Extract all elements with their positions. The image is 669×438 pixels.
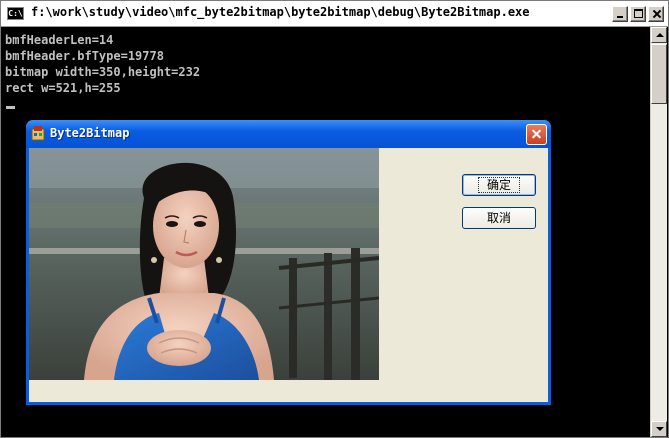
app-icon: [31, 126, 45, 141]
console-cursor: [6, 106, 15, 109]
cancel-button-label: 取消: [486, 211, 511, 225]
console-line: bmfHeaderLen=14: [5, 33, 114, 47]
console-line: bitmap width=350,height=232: [5, 65, 201, 79]
console-title: f:\work\study\video\mfc_byte2bitmap\byte…: [31, 5, 530, 19]
close-button[interactable]: [648, 6, 664, 22]
dialog-title: Byte2Bitmap: [50, 126, 130, 140]
maximize-button[interactable]: [630, 6, 646, 22]
ok-button-label: 确定: [477, 177, 520, 193]
console-titlebar[interactable]: C:\ f:\work\study\video\mfc_byte2bitmap\…: [1, 1, 668, 27]
cancel-button[interactable]: 取消: [462, 207, 536, 229]
scroll-up-button[interactable]: [651, 27, 667, 43]
vertical-scrollbar[interactable]: [650, 27, 667, 437]
dialog-client-area: 确定 取消: [29, 148, 548, 402]
console-line: rect w=521,h=255: [5, 81, 121, 95]
console-output: bmfHeaderLen=14 bmfHeader.bfType=19778 b…: [5, 32, 200, 96]
dialog-titlebar[interactable]: Byte2Bitmap: [26, 120, 551, 148]
window-controls: [612, 6, 664, 22]
console-line: bmfHeader.bfType=19778: [5, 49, 164, 63]
byte2bitmap-dialog: Byte2Bitmap 确定 取消: [26, 120, 551, 405]
scroll-down-button[interactable]: [651, 421, 667, 437]
bitmap-image: [29, 148, 379, 380]
scroll-thumb[interactable]: [651, 44, 667, 104]
ok-button[interactable]: 确定: [462, 174, 536, 196]
console-icon: C:\: [7, 7, 24, 20]
dialog-close-button[interactable]: [526, 124, 547, 145]
minimize-button[interactable]: [612, 6, 628, 22]
